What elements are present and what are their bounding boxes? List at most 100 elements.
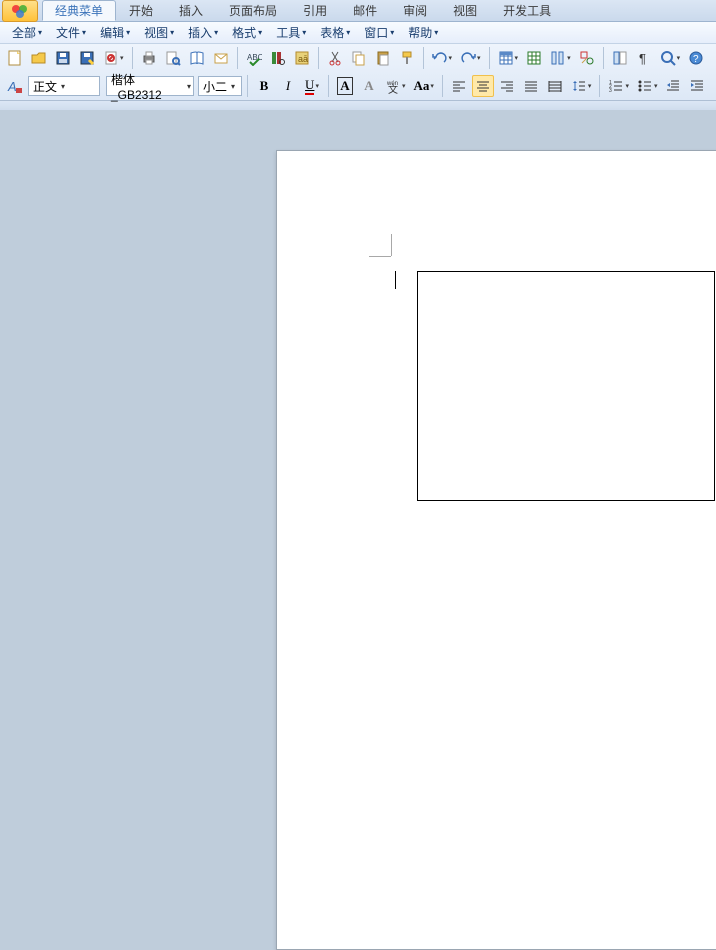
tab-insert[interactable]: 插入: [166, 0, 216, 21]
tab-page-layout[interactable]: 页面布局: [216, 0, 290, 21]
svg-text:ABC: ABC: [247, 53, 262, 62]
inserted-textbox-shape[interactable]: [417, 271, 715, 501]
classic-menubar: 全部▾ 文件▾ 编辑▾ 视图▾ 插入▾ 格式▾ 工具▾ 表格▾ 窗口▾ 帮助▾: [0, 22, 716, 44]
undo-button[interactable]: ▾: [429, 47, 456, 69]
print-preview-button[interactable]: [162, 47, 184, 69]
separator: [599, 75, 600, 97]
margin-corner-mark: [391, 234, 392, 256]
research-button[interactable]: [267, 47, 289, 69]
font-size-combo[interactable]: 小二▾: [198, 76, 242, 96]
align-right-button[interactable]: [496, 75, 518, 97]
insert-table-button[interactable]: ▾: [495, 47, 522, 69]
bold-button[interactable]: B: [253, 75, 275, 97]
reading-layout-button[interactable]: [186, 47, 208, 69]
office-button[interactable]: [2, 0, 38, 22]
show-hide-button[interactable]: ¶: [633, 47, 655, 69]
underline-button[interactable]: U▾: [301, 75, 323, 97]
drawing-button[interactable]: [576, 47, 598, 69]
menu-format[interactable]: 格式▾: [226, 22, 268, 43]
spelling-button[interactable]: ABC: [243, 47, 265, 69]
menu-format-label: 格式: [232, 24, 256, 41]
align-justify-button[interactable]: [520, 75, 542, 97]
zoom-button[interactable]: ▾: [657, 47, 684, 69]
tab-developer[interactable]: 开发工具: [490, 0, 564, 21]
chevron-down-icon: ▾: [38, 28, 42, 37]
save-button[interactable]: [52, 47, 74, 69]
redo-button[interactable]: ▾: [457, 47, 484, 69]
separator: [247, 75, 248, 97]
char-border-button[interactable]: A: [334, 75, 356, 97]
menu-insert-label: 插入: [188, 24, 212, 41]
cut-button[interactable]: [324, 47, 346, 69]
toolbar-area: ▾ ABC aā ▾ ▾ ▾ ▾ ¶ ▾ ? A 正文▾ 楷体_GB2312▾ …: [0, 44, 716, 101]
menu-table[interactable]: 表格▾: [314, 22, 356, 43]
menu-all[interactable]: 全部▾: [6, 22, 48, 43]
menu-insert[interactable]: 插入▾: [182, 22, 224, 43]
line-spacing-button[interactable]: ▾: [568, 75, 595, 97]
permission-button[interactable]: ▾: [100, 47, 127, 69]
menu-tools-label: 工具: [276, 24, 300, 41]
underline-glyph: U: [305, 77, 314, 95]
menu-tools[interactable]: 工具▾: [270, 22, 312, 43]
styles-pane-button[interactable]: A: [4, 75, 26, 97]
insert-worksheet-button[interactable]: [523, 47, 545, 69]
italic-button[interactable]: I: [277, 75, 299, 97]
format-painter-button[interactable]: [396, 47, 418, 69]
style-combo[interactable]: 正文▾: [28, 76, 100, 96]
tab-classic-menu[interactable]: 经典菜单: [42, 0, 116, 21]
decrease-indent-button[interactable]: [662, 75, 684, 97]
menu-help[interactable]: 帮助▾: [402, 22, 444, 43]
numbering-button[interactable]: 123▾: [605, 75, 632, 97]
text-cursor: [395, 271, 396, 289]
bullets-button[interactable]: ▾: [634, 75, 661, 97]
paste-button[interactable]: [372, 47, 394, 69]
menu-window[interactable]: 窗口▾: [358, 22, 400, 43]
menu-edit[interactable]: 编辑▾: [94, 22, 136, 43]
svg-text:¶: ¶: [639, 51, 646, 66]
chevron-down-icon: ▾: [61, 82, 65, 91]
align-left-button[interactable]: [448, 75, 470, 97]
email-button[interactable]: [210, 47, 232, 69]
svg-text:A: A: [7, 79, 17, 94]
separator: [318, 47, 319, 69]
ribbon-tabstrip: 经典菜单 开始 插入 页面布局 引用 邮件 审阅 视图 开发工具: [0, 0, 716, 22]
tab-view[interactable]: 视图: [440, 0, 490, 21]
menu-view[interactable]: 视图▾: [138, 22, 180, 43]
chevron-down-icon: ▾: [231, 82, 235, 91]
separator: [328, 75, 329, 97]
change-case-button[interactable]: Aa▾: [411, 75, 437, 97]
tab-home[interactable]: 开始: [116, 0, 166, 21]
char-shading-glyph: A: [364, 78, 373, 94]
menu-help-label: 帮助: [408, 24, 432, 41]
save-as-button[interactable]: [76, 47, 98, 69]
increase-indent-button[interactable]: [686, 75, 708, 97]
phonetic-guide-button[interactable]: wén文▾: [382, 75, 409, 97]
open-button[interactable]: [28, 47, 50, 69]
char-shading-button[interactable]: A: [358, 75, 380, 97]
tab-references[interactable]: 引用: [290, 0, 340, 21]
menu-file[interactable]: 文件▾: [50, 22, 92, 43]
chevron-down-icon: ▾: [390, 28, 394, 37]
doc-map-button[interactable]: [609, 47, 631, 69]
print-button[interactable]: [138, 47, 160, 69]
align-center-button[interactable]: [472, 75, 494, 97]
font-combo[interactable]: 楷体_GB2312▾: [106, 76, 194, 96]
menu-table-label: 表格: [320, 24, 344, 41]
columns-button[interactable]: ▾: [547, 47, 574, 69]
separator: [132, 47, 133, 69]
document-area[interactable]: [0, 110, 716, 509]
tab-mailings[interactable]: 邮件: [340, 0, 390, 21]
chevron-down-icon: ▾: [258, 28, 262, 37]
tab-review[interactable]: 审阅: [390, 0, 440, 21]
chevron-down-icon: ▾: [214, 28, 218, 37]
bold-glyph: B: [260, 78, 269, 94]
help-button[interactable]: ?: [685, 47, 707, 69]
document-page[interactable]: [276, 150, 716, 950]
separator: [442, 75, 443, 97]
svg-text:3: 3: [609, 88, 612, 94]
define-button[interactable]: aā: [291, 47, 313, 69]
new-button[interactable]: [4, 47, 26, 69]
chevron-down-icon: ▾: [187, 82, 191, 91]
align-distributed-button[interactable]: [544, 75, 566, 97]
copy-button[interactable]: [348, 47, 370, 69]
